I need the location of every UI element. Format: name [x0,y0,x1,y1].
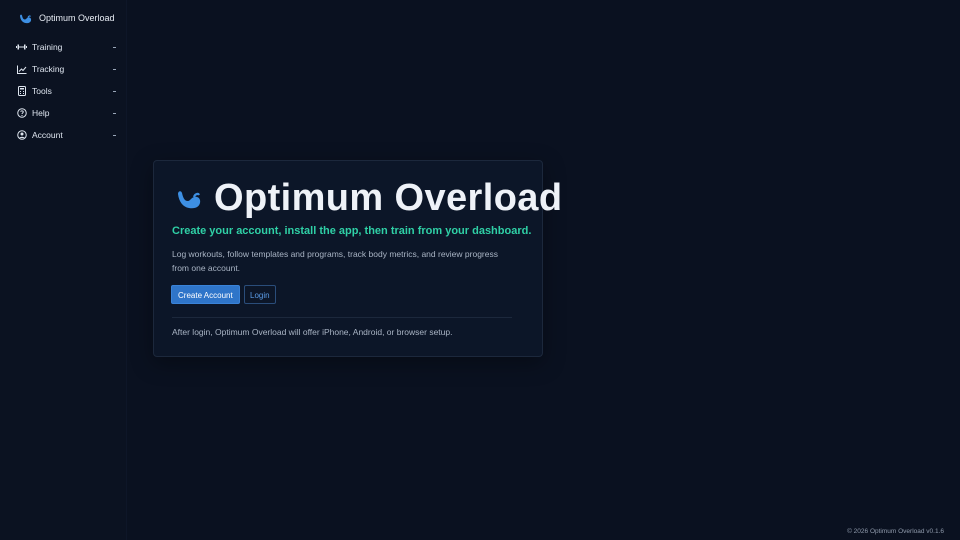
chevron-down-icon [113,46,116,48]
dumbbell-icon [16,42,27,53]
brand-name: Optimum Overload [39,13,115,23]
flexed-arm-icon [178,190,201,208]
chevron-down-icon [113,90,116,92]
sidebar-item-label: Tracking [32,64,65,74]
sidebar-item-label: Help [32,108,50,118]
sidebar: Optimum Overload Training Tracking Tools… [0,0,127,540]
sidebar-item-account[interactable]: Account [0,124,126,146]
sidebar-item-label: Tools [32,86,52,96]
chevron-down-icon [113,134,116,136]
sidebar-item-tools[interactable]: Tools [0,80,126,102]
chevron-down-icon [113,68,116,70]
sidebar-item-label: Training [32,42,63,52]
flexed-arm-icon [20,14,32,23]
footer-copyright: © 2026 Optimum Overload v0.1.6 [847,528,944,535]
login-button[interactable]: Login [244,285,276,304]
calculator-icon [16,86,27,97]
welcome-card: Optimum Overload Create your account, in… [153,160,562,357]
chevron-down-icon [113,112,116,114]
sidebar-item-label: Account [32,130,63,140]
page-title: Optimum Overload [214,177,563,219]
sidebar-item-tracking[interactable]: Tracking [0,58,126,80]
divider [172,317,512,318]
brand-link[interactable]: Optimum Overload [0,0,126,36]
user-circle-icon [16,130,27,141]
sidebar-item-training[interactable]: Training [0,36,126,58]
tagline: Create your account, install the app, th… [172,225,532,237]
description: Log workouts, follow templates and progr… [172,249,498,273]
question-circle-icon [16,108,27,119]
sidebar-item-help[interactable]: Help [0,102,126,124]
setup-note: After login, Optimum Overload will offer… [172,327,453,337]
create-account-button[interactable]: Create Account [171,285,240,304]
chart-line-icon [16,64,27,75]
hero-heading: Optimum Overload [176,177,562,220]
